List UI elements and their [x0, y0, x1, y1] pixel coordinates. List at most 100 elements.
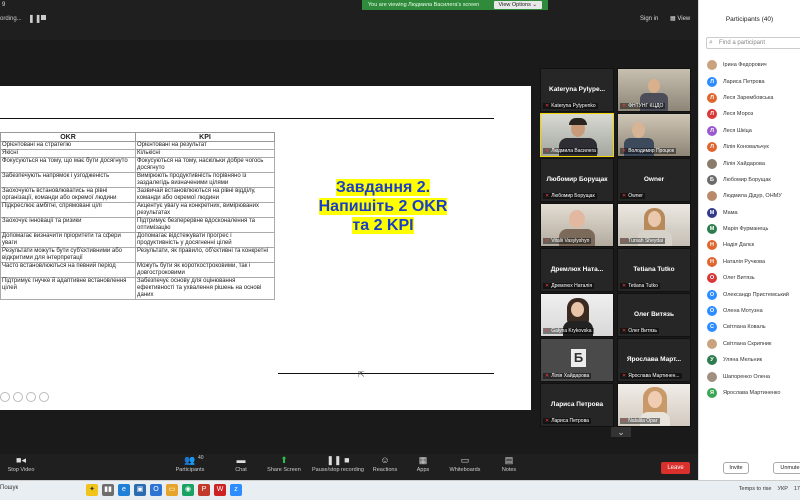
muted-mic-icon: ✕: [622, 328, 627, 334]
language-indicator[interactable]: УКР: [778, 486, 788, 492]
copilot-icon[interactable]: ✦: [86, 484, 98, 496]
system-tray: Temps to rise УКР 17: [739, 486, 800, 492]
chrome-icon[interactable]: ◉: [182, 484, 194, 496]
leave-button[interactable]: Leave: [661, 462, 690, 474]
participant-row[interactable]: Ірина Федорович: [699, 57, 800, 73]
slide-control-icon[interactable]: [0, 392, 10, 402]
search-placeholder: Find a participant: [719, 40, 766, 46]
participant-row[interactable]: Я Ярослава Мартиненко: [699, 385, 800, 401]
powerpoint-icon[interactable]: P: [198, 484, 210, 496]
app-icon[interactable]: W: [214, 484, 226, 496]
participant-row[interactable]: М Мама: [699, 205, 800, 221]
participant-row[interactable]: Н Наталія Ручкова: [699, 254, 800, 270]
reactions-button[interactable]: ☺ Reactions: [371, 454, 399, 480]
edge-icon[interactable]: e: [118, 484, 130, 496]
stop-video-button[interactable]: ■◂ Stop Video: [4, 454, 38, 480]
participant-row[interactable]: М Марія Фурманець: [699, 221, 800, 237]
participant-row[interactable]: Л Леся Зарембовська: [699, 90, 800, 106]
tile-label-text: Лілія Хайдарова: [551, 373, 590, 379]
notes-button[interactable]: ▤ Notes: [498, 454, 520, 480]
sign-in-link[interactable]: Sign in: [640, 16, 658, 22]
participants-button[interactable]: 👥 40 Participants: [172, 454, 208, 480]
zoom-icon[interactable]: z: [230, 484, 242, 496]
muted-mic-icon: ✕: [622, 283, 627, 289]
participant-row[interactable]: Л Леся Шкіца: [699, 123, 800, 139]
video-tile[interactable]: Tetiana Tutko ✕ Tetiana Tutko: [617, 248, 691, 292]
kpi-cell: Підтримує безперервне вдосконалення та о…: [135, 217, 275, 233]
video-tile[interactable]: Любомир Борущак ✕ Любомир Борущак: [540, 158, 614, 202]
file-explorer-icon[interactable]: ▭: [166, 484, 178, 496]
tile-label-text: Tursah Sheydai: [628, 238, 664, 244]
video-tile[interactable]: Б ✕ Лілія Хайдарова: [540, 338, 614, 382]
table-row: Підкреслює амбітні, спрямовані цілі Акцен…: [0, 202, 275, 218]
apps-button[interactable]: ▦ Apps: [412, 454, 434, 480]
video-tile[interactable]: ✕ Людмила Василега: [540, 113, 614, 157]
pause-recording-button[interactable]: ❚❚ ■ Pause/stop recording: [310, 454, 366, 480]
tile-label: ✕ Ярослава Мартинен...: [620, 373, 682, 379]
whiteboards-button[interactable]: ▭ Whiteboards: [447, 454, 483, 480]
tile-label: ✕ Любомир Борущак: [543, 193, 597, 199]
view-options-button[interactable]: View Options ⌄: [493, 1, 542, 9]
participant-name: Ірина Федорович: [723, 62, 767, 69]
participant-row[interactable]: О Олег Витязь: [699, 270, 800, 286]
slide-control-icon[interactable]: [39, 392, 49, 402]
tile-label: ✕ Олег Витязь: [620, 328, 659, 334]
participant-row[interactable]: Світлана Скрипник: [699, 336, 800, 352]
tile-label: ✕ ФНТУНГ КЦДО: [620, 103, 666, 109]
stop-recording-icon[interactable]: [41, 15, 46, 20]
participant-name: Лілія Коновальчук: [723, 144, 769, 151]
participant-row[interactable]: Н Надія Далєк: [699, 237, 800, 253]
muted-mic-icon: ✕: [622, 193, 627, 199]
video-tile[interactable]: Олег Витязь ✕ Олег Витязь: [617, 293, 691, 337]
participant-row[interactable]: Л Лариса Петрова: [699, 73, 800, 89]
avatar: Б: [707, 174, 717, 185]
participant-row[interactable]: У Уляна Мельник: [699, 352, 800, 368]
video-tile[interactable]: Ярослава Март... ✕ Ярослава Мартинен...: [617, 338, 691, 382]
video-tile[interactable]: ✕ Galyna Krykovska: [540, 293, 614, 337]
participant-row[interactable]: Б Любомир Борущак: [699, 172, 800, 188]
video-tile[interactable]: ✕ Володимир Процюк: [617, 113, 691, 157]
participant-row[interactable]: О Олександр Пристемський: [699, 286, 800, 302]
video-tile[interactable]: Дремлюх Ната... ✕ Дремлюх Наталія: [540, 248, 614, 292]
participant-row[interactable]: Людмила Дідур, ОНМУ: [699, 188, 800, 204]
participant-row[interactable]: Л Леся Мороз: [699, 106, 800, 122]
slide-control-icon[interactable]: [13, 392, 23, 402]
chat-button[interactable]: ▬ Chat: [230, 454, 252, 480]
kpi-cell: Забезпечує основу для оцінювання ефектив…: [135, 277, 275, 300]
participant-row[interactable]: Лілія Хайдарова: [699, 155, 800, 171]
invite-button[interactable]: Invite: [723, 462, 749, 474]
tile-label: ✕ Vitalii Vasylyshyn: [543, 238, 592, 244]
video-tile[interactable]: ✕ ФНТУНГ КЦДО: [617, 68, 691, 112]
muted-mic-icon: ✕: [622, 238, 627, 244]
video-tile[interactable]: Owner ✕ Owner: [617, 158, 691, 202]
muted-mic-icon: ✕: [622, 373, 627, 379]
muted-mic-icon: ✕: [545, 103, 550, 109]
slide-control-icon[interactable]: [26, 392, 36, 402]
top-number: 9: [2, 2, 6, 8]
participant-row[interactable]: С Світлана Коваль: [699, 319, 800, 335]
participant-search-input[interactable]: ⌕ Find a participant: [706, 37, 800, 49]
participant-name: Марія Фурманець: [723, 226, 769, 233]
unmute-all-button[interactable]: Unmute: [773, 462, 800, 474]
view-button[interactable]: ▦ View: [670, 15, 690, 22]
share-screen-button[interactable]: ⬆ Share Screen: [266, 454, 302, 480]
participant-row[interactable]: О Олена Мотузна: [699, 303, 800, 319]
participant-row[interactable]: Шапоренко Олена: [699, 368, 800, 384]
store-icon[interactable]: ▣: [134, 484, 146, 496]
video-tile[interactable]: ✕ Tursah Sheydai: [617, 203, 691, 247]
avatar: У: [707, 355, 717, 366]
participants-label: Participants: [175, 467, 205, 473]
participant-row[interactable]: Л Лілія Коновальчук: [699, 139, 800, 155]
gallery-next-page-icon[interactable]: ⌄: [611, 427, 631, 437]
outlook-icon[interactable]: O: [150, 484, 162, 496]
video-tile[interactable]: Лариса Петрова ✕ Лариса Петрова: [540, 383, 614, 427]
participant-name: Наталія Ручкова: [723, 258, 766, 265]
avatar: [707, 191, 717, 202]
pause-recording-icon[interactable]: ❚❚: [28, 14, 41, 23]
task-view-icon[interactable]: ▮▮: [102, 484, 114, 496]
taskbar-search[interactable]: Пошук: [0, 485, 18, 491]
video-tile[interactable]: ✕ Nataliia Ораг: [617, 383, 691, 427]
video-tile[interactable]: Kateryna Pylype... ✕ Kateryna Pylypenko: [540, 68, 614, 112]
okr-kpi-table: OKR KPI Орієнтовані на стратегію Орієнтов…: [0, 132, 275, 300]
video-tile[interactable]: ✕ Vitalii Vasylyshyn: [540, 203, 614, 247]
